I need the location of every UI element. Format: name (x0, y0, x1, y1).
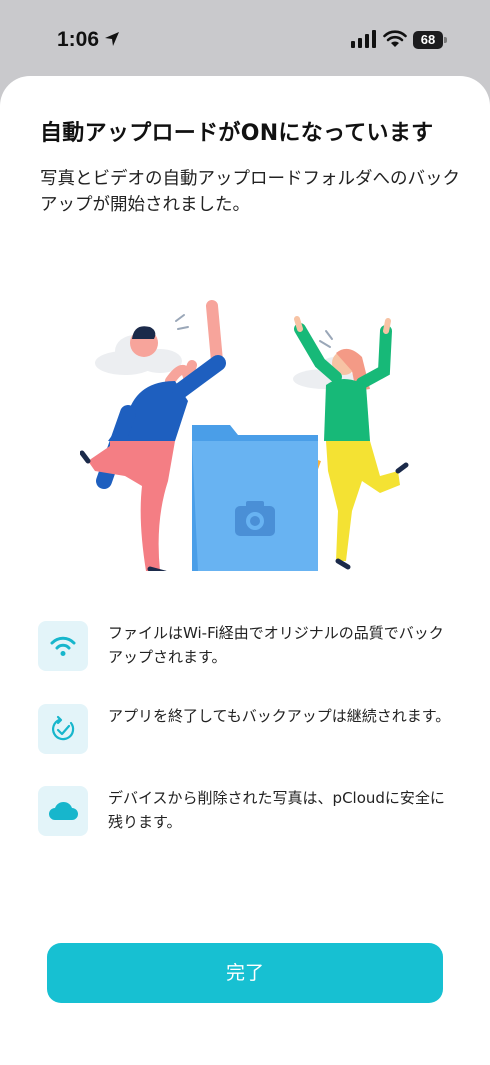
celebration-illustration (80, 300, 409, 571)
feature-text: デバイスから削除された写真は、pCloudに安全に残ります。 (108, 789, 445, 831)
feature-wifi: ファイルはWi-Fi経由でオリジナルの品質でバックアップされます。 (38, 621, 458, 681)
page-subtitle: 写真とビデオの自動アップロードフォルダへのバックアップが開始されました。 (40, 169, 460, 215)
location-arrow-icon (105, 32, 119, 46)
check-refresh-icon (38, 704, 88, 754)
wifi-icon (38, 621, 88, 671)
feature-cloud: デバイスから削除された写真は、pCloudに安全に残ります。 (38, 786, 458, 846)
status-time: 1:06 (57, 28, 100, 51)
feature-text: アプリを終了してもバックアップは継続されます。 (108, 707, 451, 725)
cellular-signal-icon (351, 30, 376, 48)
done-button[interactable]: 完了 (47, 943, 443, 1003)
feature-text: ファイルはWi-Fi経由でオリジナルの品質でバックアップされます。 (108, 624, 444, 666)
feature-background: アプリを終了してもバックアップは継続されます。 (38, 704, 458, 764)
cloud-icon (38, 786, 88, 836)
page-title: 自動アップロードがONになっています (40, 121, 434, 146)
status-bar: 1:06 68 (0, 0, 490, 80)
battery-level: 68 (413, 31, 443, 49)
wifi-status-icon (383, 30, 407, 47)
auto-upload-sheet: 自動アップロードがONになっています 写真とビデオの自動アップロードフォルダへの… (0, 76, 490, 1065)
battery-indicator: 68 (413, 31, 447, 49)
